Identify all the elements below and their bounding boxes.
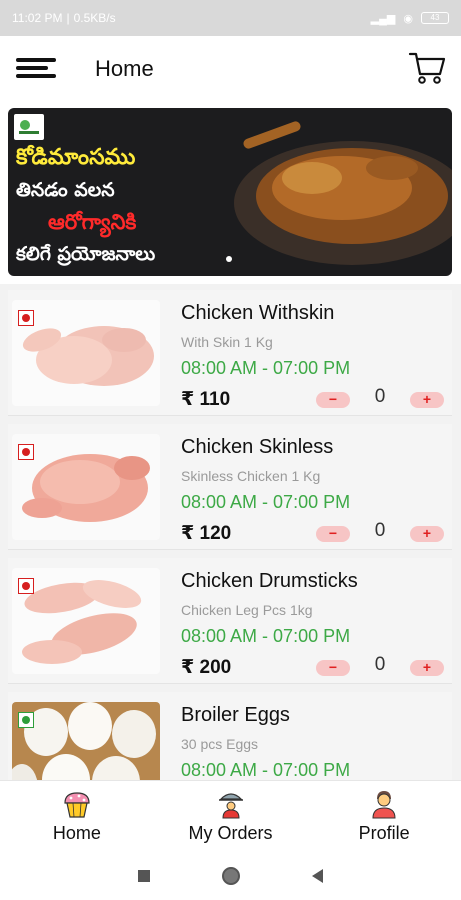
banner-line-2: తినడం వలన <box>16 179 115 201</box>
quantity-value: 0 <box>374 654 386 675</box>
decrease-quantity-button[interactable]: − <box>316 392 350 408</box>
wifi-icon: ◉ <box>403 12 413 25</box>
brand-logo <box>14 114 44 140</box>
hamburger-menu-icon[interactable] <box>16 56 58 82</box>
product-name: Chicken Drumsticks <box>181 570 358 592</box>
chicken-skinless-image <box>12 434 160 540</box>
product-description: 30 pcs Eggs <box>181 736 259 752</box>
increase-quantity-button[interactable]: + <box>410 526 444 542</box>
product-price: ₹ 200 <box>181 657 232 678</box>
banner-line-1: కోడిమాంసము <box>16 145 136 170</box>
back-triangle-icon[interactable] <box>312 869 323 883</box>
carousel-indicator <box>226 256 232 262</box>
product-description: Skinless Chicken 1 Kg <box>181 468 321 484</box>
quantity-value: 0 <box>374 520 386 541</box>
nav-profile[interactable]: Profile <box>307 781 461 852</box>
product-price: ₹ 120 <box>181 523 232 544</box>
nav-home[interactable]: Home <box>0 781 154 852</box>
cupcake-icon <box>64 792 90 818</box>
promo-banner[interactable]: కోడిమాంసము తినడం వలన ఆరోగ్యానికి కలిగే ప… <box>8 108 452 276</box>
battery-icon: 43 <box>421 12 449 24</box>
status-time: 11:02 PM <box>12 11 63 25</box>
product-list[interactable]: Chicken Withskin With Skin 1 Kg 08:00 AM… <box>0 284 461 780</box>
delivery-timing: 08:00 AM - 07:00 PM <box>181 626 351 646</box>
product-card[interactable]: Chicken Skinless Skinless Chicken 1 Kg 0… <box>8 424 452 550</box>
product-name: Broiler Eggs <box>181 704 290 726</box>
system-navigation-bar <box>0 852 461 900</box>
decrease-quantity-button[interactable]: − <box>316 526 350 542</box>
home-circle-icon[interactable] <box>222 867 240 885</box>
nav-label: My Orders <box>188 823 273 843</box>
product-card[interactable]: Chicken Withskin With Skin 1 Kg 08:00 AM… <box>8 290 452 416</box>
delivery-timing: 08:00 AM - 07:00 PM <box>181 760 351 780</box>
product-description: Chicken Leg Pcs 1kg <box>181 602 313 618</box>
nav-my-orders[interactable]: My Orders <box>154 781 308 852</box>
banner-line-4: కలిగే ప్రయోజనాలు <box>16 243 156 265</box>
chicken-withskin-image <box>12 300 160 406</box>
nav-label: Home <box>52 823 101 843</box>
user-avatar-icon <box>372 791 396 819</box>
page-title: Home <box>95 56 154 81</box>
product-name: Chicken Withskin <box>181 302 335 324</box>
chicken-drumsticks-image <box>12 568 160 674</box>
increase-quantity-button[interactable]: + <box>410 392 444 408</box>
product-name: Chicken Skinless <box>181 436 334 458</box>
banner-headline: కోడిమాంసము తినడం వలన ఆరోగ్యానికి కలిగే ప… <box>16 144 276 268</box>
increase-quantity-button[interactable]: + <box>410 660 444 676</box>
decrease-quantity-button[interactable]: − <box>316 660 350 676</box>
nav-label: Profile <box>358 823 410 843</box>
non-veg-icon <box>18 310 34 326</box>
status-bar: 11:02 PM | 0.5KB/s ▂▄▆ ◉ 43 <box>0 0 461 36</box>
delivery-timing: 08:00 AM - 07:00 PM <box>181 358 351 378</box>
banner-line-3: ఆరోగ్యానికి <box>48 210 137 234</box>
product-description: With Skin 1 Kg <box>181 334 273 350</box>
non-veg-icon <box>18 444 34 460</box>
network-speed: 0.5KB/s <box>73 11 116 25</box>
non-veg-icon <box>18 578 34 594</box>
product-card[interactable]: Broiler Eggs 30 pcs Eggs 08:00 AM - 07:0… <box>8 692 452 780</box>
signal-icon: ▂▄▆ <box>370 12 396 25</box>
bottom-navigation: Home My Orders Profile <box>0 780 461 852</box>
recent-apps-icon[interactable] <box>138 870 150 882</box>
waiter-tray-icon <box>218 793 243 819</box>
quantity-value: 0 <box>374 386 386 407</box>
broiler-eggs-image <box>12 702 160 780</box>
veg-icon <box>18 712 34 728</box>
delivery-timing: 08:00 AM - 07:00 PM <box>181 492 351 512</box>
product-card[interactable]: Chicken Drumsticks Chicken Leg Pcs 1kg 0… <box>8 558 452 684</box>
product-price: ₹ 110 <box>181 389 231 410</box>
app-bar: Home <box>0 36 461 102</box>
shopping-cart-icon[interactable] <box>407 48 447 88</box>
